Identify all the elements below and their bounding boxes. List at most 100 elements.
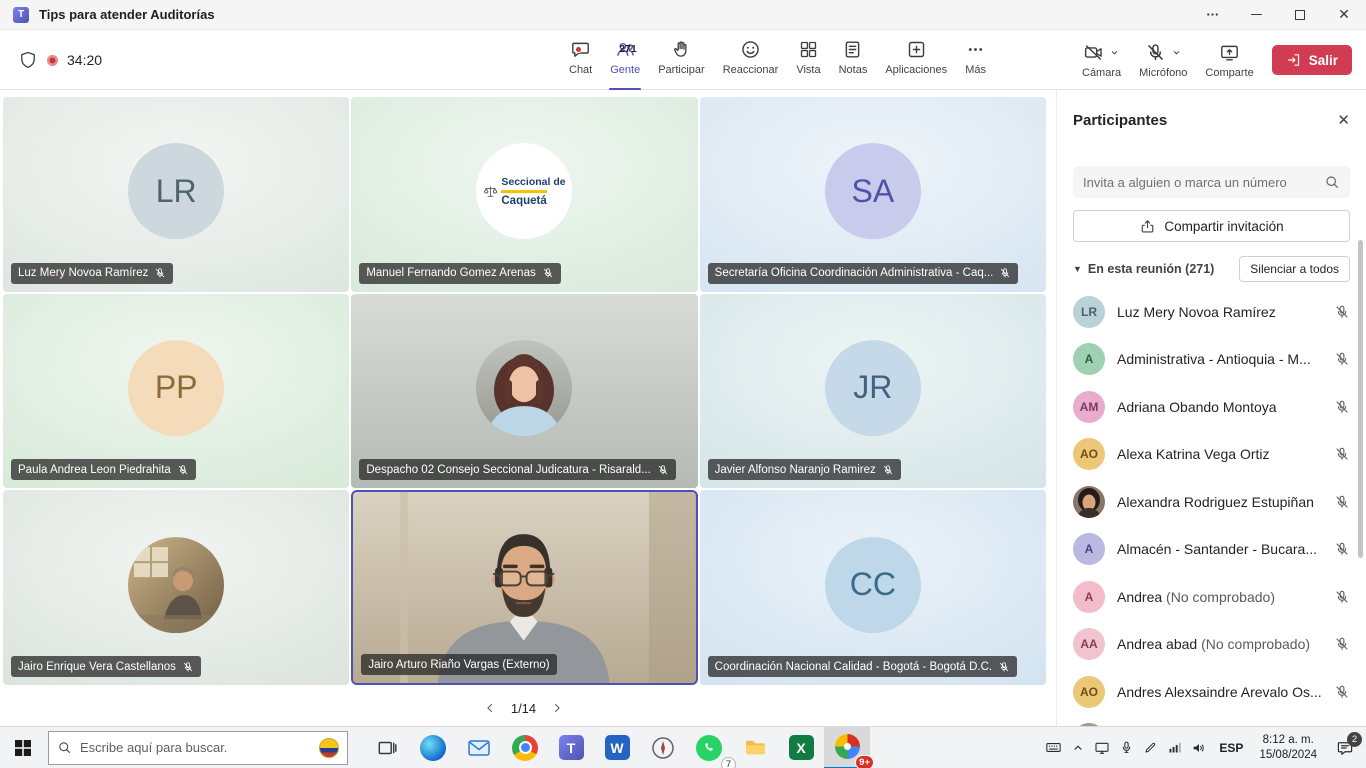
share-control[interactable]: Comparte <box>1205 42 1253 79</box>
share-invitation-button[interactable]: Compartir invitación <box>1073 210 1350 242</box>
mic-off-icon[interactable] <box>1334 541 1350 557</box>
avatar: JR <box>825 340 921 436</box>
list-item[interactable]: A Andrea (No comprobado) <box>1057 573 1366 621</box>
video-tile[interactable]: PP Paula Andrea Leon Piedrahita <box>3 294 349 489</box>
mic-off-icon[interactable] <box>1334 636 1350 652</box>
mic-off-icon[interactable] <box>1334 446 1350 462</box>
list-item[interactable]: AA Andrea abad (No comprobado) <box>1057 621 1366 669</box>
taskbar-app-excel[interactable]: X <box>778 727 824 768</box>
avatar-initials: JR <box>853 370 892 407</box>
video-tile-active-speaker[interactable]: Jairo Arturo Riaño Vargas (Externo) <box>351 490 697 685</box>
list-item[interactable]: A Administrativa - Antioquia - M... <box>1057 336 1366 384</box>
notes-button[interactable]: Notas <box>830 30 877 90</box>
taskbar-search-input[interactable] <box>80 740 311 755</box>
mic-tray-icon[interactable] <box>1119 740 1134 755</box>
in-meeting-section[interactable]: ▼ En esta reunión (271) <box>1073 262 1214 276</box>
mic-off-icon[interactable] <box>1334 399 1350 415</box>
participant-name: Alexa Katrina Vega Ortiz <box>1117 446 1322 462</box>
chevron-down-icon[interactable] <box>1171 47 1182 58</box>
maximize-button[interactable] <box>1278 0 1322 30</box>
taskbar-app-edge[interactable] <box>410 727 456 768</box>
keyboard-language[interactable]: ESP <box>1216 741 1246 755</box>
hidden-icons-chevron-icon[interactable] <box>1071 741 1085 755</box>
invite-search-box[interactable] <box>1073 166 1350 198</box>
microphone-control[interactable]: Micrófono <box>1139 42 1187 79</box>
taskbar-app-explorer[interactable] <box>732 727 778 768</box>
video-tile[interactable]: JR Javier Alfonso Naranjo Ramirez <box>700 294 1046 489</box>
taskbar-search-box[interactable] <box>48 731 348 765</box>
apps-button[interactable]: Aplicaciones <box>876 30 956 90</box>
section-label: En esta reunión (271) <box>1088 262 1214 276</box>
leave-button[interactable]: Salir <box>1272 45 1352 75</box>
task-view-button[interactable] <box>364 727 410 768</box>
notes-icon <box>842 39 863 60</box>
list-item[interactable]: AO Alexa Katrina Vega Ortiz <box>1057 431 1366 479</box>
video-tile[interactable]: Despacho 02 Consejo Seccional Judicatura… <box>351 294 697 489</box>
close-button[interactable]: ✕ <box>1322 0 1366 30</box>
taskbar-clock[interactable]: 8:12 a. m. 15/08/2024 <box>1255 733 1321 763</box>
mic-off-icon[interactable] <box>1334 351 1350 367</box>
participant-name: Adriana Obando Montoya <box>1117 399 1322 415</box>
touch-keyboard-icon[interactable] <box>1045 739 1062 756</box>
prev-page-icon[interactable] <box>483 701 497 715</box>
avatar-photo <box>128 537 224 633</box>
taskbar-app-compass[interactable] <box>640 727 686 768</box>
participants-panel: Participantes ✕ Compartir invitación ▼ E… <box>1056 90 1366 726</box>
minimize-button[interactable] <box>1234 0 1278 30</box>
taskbar-app-mail[interactable] <box>456 727 502 768</box>
taskbar-app-chrome[interactable] <box>502 727 548 768</box>
participant-name: Andres Alexsaindre Arevalo Os... <box>1117 684 1322 700</box>
chat-button[interactable]: Chat <box>560 30 601 90</box>
mic-off-icon[interactable] <box>1334 589 1350 605</box>
mic-off-icon[interactable] <box>1334 494 1350 510</box>
view-button[interactable]: Vista <box>787 30 829 90</box>
chevron-down-icon[interactable] <box>1109 47 1120 58</box>
avatar: A <box>1073 533 1105 565</box>
invite-search-input[interactable] <box>1083 175 1316 190</box>
mic-off-icon <box>1145 42 1166 63</box>
video-tile[interactable]: Jairo Enrique Vera Castellanos <box>3 490 349 685</box>
video-tile[interactable]: LR Luz Mery Novoa Ramírez <box>3 97 349 292</box>
taskbar-app-active[interactable]: 9+ <box>824 727 870 768</box>
list-item[interactable]: A Almacén - Santander - Bucara... <box>1057 526 1366 574</box>
avatar: AM <box>1073 391 1105 423</box>
close-panel-icon[interactable]: ✕ <box>1337 111 1350 129</box>
list-item[interactable]: AM Adriana Obando Montoya <box>1057 383 1366 431</box>
scrollbar-thumb[interactable] <box>1358 240 1363 558</box>
action-center-button[interactable]: 2 <box>1330 739 1360 757</box>
raise-hand-button[interactable]: Participar <box>649 30 713 90</box>
mic-off-icon[interactable] <box>1334 684 1350 700</box>
next-page-icon[interactable] <box>550 701 564 715</box>
taskbar-app-word[interactable]: W <box>594 727 640 768</box>
camera-control[interactable]: Cámara <box>1082 42 1121 79</box>
participant-name: Luz Mery Novoa Ramírez <box>1117 304 1322 320</box>
video-tile[interactable]: CC Coordinación Nacional Calidad - Bogot… <box>700 490 1046 685</box>
titlebar-more-icon[interactable] <box>1190 0 1234 30</box>
taskbar-app-whatsapp[interactable]: 7 <box>686 727 732 768</box>
network-icon[interactable] <box>1167 740 1182 755</box>
react-button[interactable]: Reaccionar <box>714 30 788 90</box>
display-icon[interactable] <box>1094 740 1110 756</box>
list-item[interactable]: LR Luz Mery Novoa Ramírez <box>1057 288 1366 336</box>
pen-icon[interactable] <box>1143 740 1158 755</box>
taskbar-app-teams[interactable]: T <box>548 727 594 768</box>
meeting-toolbar: 34:20 Chat 271 Gente Participar Reaccion… <box>0 30 1366 90</box>
people-button[interactable]: 271 Gente <box>601 30 649 90</box>
volume-icon[interactable] <box>1191 740 1207 756</box>
participant-name-tag: Manuel Fernando Gomez Arenas <box>359 263 560 284</box>
list-item[interactable]: Alexandra Rodriguez Estupiñan <box>1057 478 1366 526</box>
start-button[interactable] <box>0 727 46 768</box>
video-tile[interactable]: SA Secretaría Oficina Coordinación Admin… <box>700 97 1046 292</box>
mute-all-button[interactable]: Silenciar a todos <box>1239 256 1350 282</box>
org-logo: Seccional de Caquetá <box>476 143 572 239</box>
participant-name-tag: Paula Andrea Leon Piedrahita <box>11 459 196 480</box>
more-button[interactable]: Más <box>956 30 995 90</box>
logo-bar <box>501 190 547 193</box>
list-item[interactable]: AO Andres Alexsaindre Arevalo Os... <box>1057 668 1366 716</box>
mic-off-icon[interactable] <box>1334 304 1350 320</box>
mic-off-icon <box>182 661 194 673</box>
list-item-partial <box>1057 716 1366 727</box>
participant-photo <box>1073 486 1105 518</box>
video-tile[interactable]: Seccional de Caquetá Manuel Fernando Gom… <box>351 97 697 292</box>
grid-view-icon <box>798 39 819 60</box>
